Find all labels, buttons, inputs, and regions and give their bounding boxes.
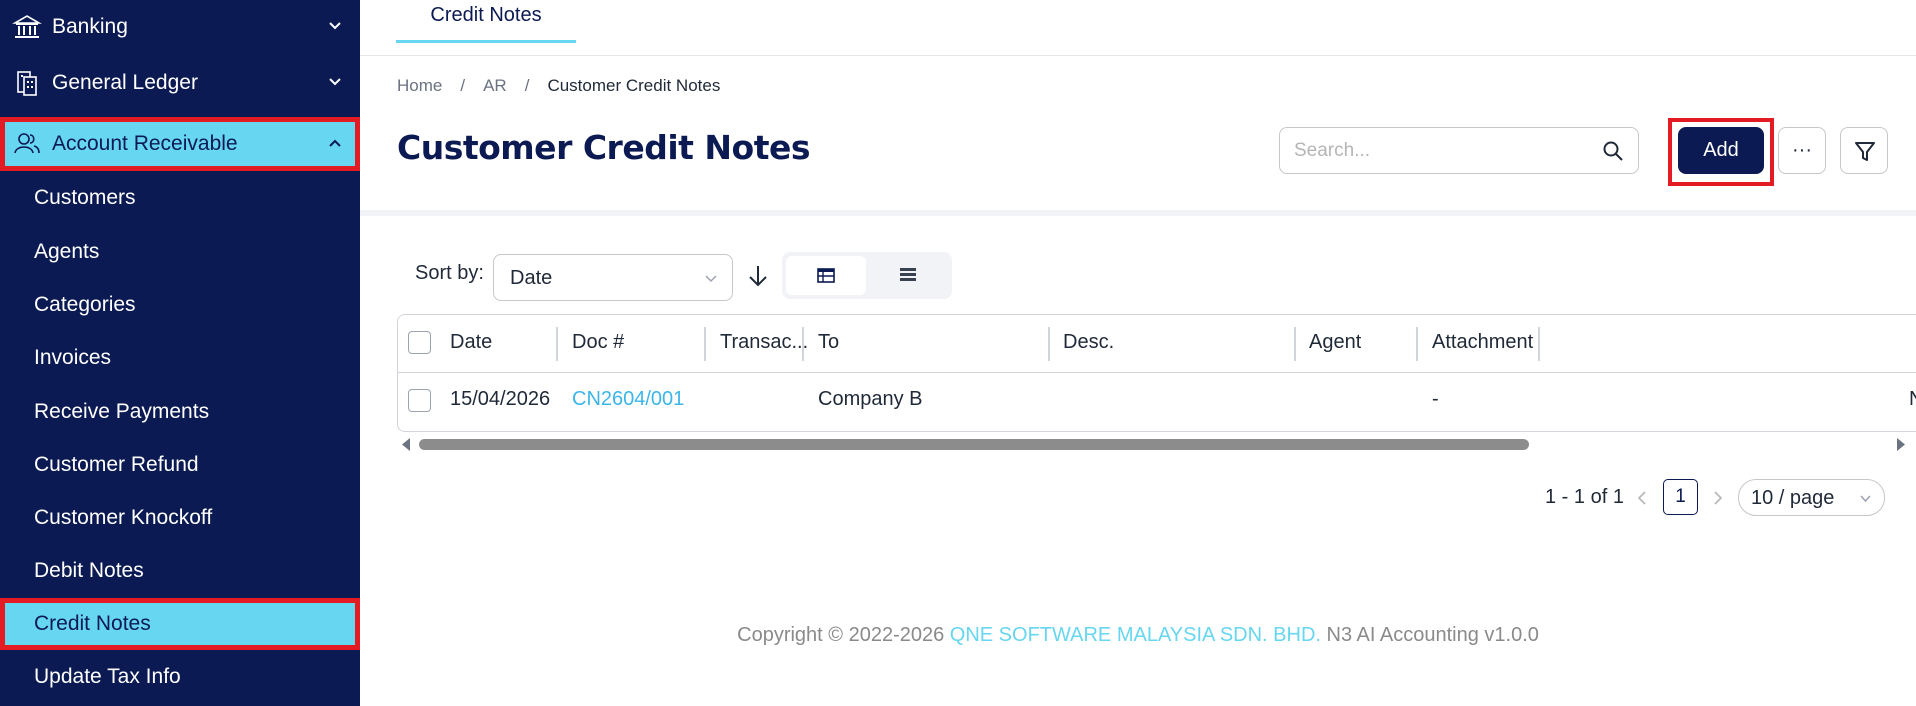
search-icon[interactable] [1602, 140, 1624, 162]
sidebar-item-invoices[interactable]: Invoices [0, 332, 360, 384]
sidebar-item-categories[interactable]: Categories [0, 279, 360, 331]
breadcrumb-ar[interactable]: AR [483, 76, 507, 96]
search-input[interactable] [1294, 138, 1594, 164]
chevron-up-icon [329, 139, 341, 147]
sidebar-item-label: General Ledger [52, 71, 198, 94]
column-header-agent[interactable]: Agent [1309, 331, 1361, 354]
search-box [1279, 127, 1639, 174]
column-resize-handle[interactable] [1416, 327, 1418, 361]
page-size-select[interactable]: 10 / page [1738, 479, 1885, 516]
sidebar-item-label: Banking [52, 15, 128, 38]
horizontal-scrollbar[interactable] [397, 435, 1916, 453]
filter-icon [1855, 142, 1875, 161]
main-content: Credit Notes Home / AR / Customer Credit… [360, 0, 1916, 706]
sidebar-item-banking[interactable]: Banking [0, 0, 360, 54]
column-resize-handle[interactable] [556, 327, 558, 361]
tab-credit-notes[interactable]: Credit Notes [396, 0, 576, 43]
sidebar-item-customer-knockoff[interactable]: Customer Knockoff [0, 492, 360, 544]
view-toggle [782, 252, 952, 299]
sidebar-item-receive-payments[interactable]: Receive Payments [0, 386, 360, 438]
column-resize-handle[interactable] [1294, 327, 1296, 361]
footer-company-link[interactable]: QNE SOFTWARE MALAYSIA SDN. BHD. [950, 624, 1321, 646]
cell-date: 15/04/2026 [450, 388, 551, 410]
credit-notes-table: Date Doc # Transac... To Desc. Agent Att… [397, 314, 1916, 432]
next-page-icon[interactable] [1710, 488, 1726, 508]
footer-version: N3 AI Accounting v1.0.0 [1320, 624, 1539, 646]
sort-descending-icon[interactable] [745, 263, 771, 289]
breadcrumb-separator: / [524, 76, 530, 95]
breadcrumb: Home / AR / Customer Credit Notes [397, 76, 720, 96]
column-resize-handle[interactable] [704, 327, 706, 361]
scroll-left-icon[interactable] [401, 438, 411, 451]
sidebar-item-account-receivable[interactable]: Account Receivable [0, 117, 360, 171]
table-view-button[interactable] [786, 256, 866, 295]
list-view-icon [900, 268, 916, 281]
section-divider [360, 210, 1916, 216]
sort-select[interactable]: Date [493, 254, 733, 301]
sidebar-item-customers[interactable]: Customers [0, 172, 360, 224]
add-button[interactable]: Add [1678, 127, 1764, 174]
sidebar-item-agents[interactable]: Agents [0, 226, 360, 278]
footer-copyright: Copyright © 2022-2026 [737, 624, 950, 646]
column-resize-handle[interactable] [1048, 327, 1050, 361]
column-header-attachment[interactable]: Attachment [1432, 331, 1533, 354]
ledger-icon [17, 71, 37, 96]
list-view-button[interactable] [868, 256, 948, 295]
breadcrumb-current: Customer Credit Notes [547, 76, 721, 95]
column-header-transaction[interactable]: Transac... [720, 331, 812, 354]
previous-page-icon[interactable] [1634, 488, 1650, 508]
page-number-current[interactable]: 1 [1663, 479, 1698, 515]
sidebar-item-debit-notes[interactable]: Debit Notes [0, 545, 360, 597]
table-view-icon [817, 268, 835, 283]
breadcrumb-separator: / [460, 76, 466, 95]
sidebar-item-update-tax-info[interactable]: Update Tax Info [0, 651, 360, 703]
chevron-down-icon [329, 22, 341, 30]
sort-value: Date [510, 267, 553, 289]
table-header: Date Doc # Transac... To Desc. Agent Att… [398, 315, 1916, 373]
column-header-doc[interactable]: Doc # [572, 331, 624, 354]
column-header-desc[interactable]: Desc. [1063, 331, 1114, 354]
page-title: Customer Credit Notes [397, 128, 811, 167]
sidebar: Banking General Ledger Account Receivabl… [0, 0, 360, 706]
sort-label: Sort by: [415, 262, 484, 284]
chevron-down-icon [329, 78, 341, 86]
column-resize-handle[interactable] [802, 327, 804, 361]
pagination-range: 1 - 1 of 1 [1545, 486, 1624, 508]
cell-to: Company B [818, 388, 923, 410]
cell-overflow: N [1909, 388, 1916, 411]
breadcrumb-home[interactable]: Home [397, 76, 442, 96]
select-all-checkbox[interactable] [408, 331, 431, 354]
sidebar-item-customer-refund[interactable]: Customer Refund [0, 439, 360, 491]
users-icon [14, 133, 40, 154]
scrollbar-thumb[interactable] [419, 439, 1529, 450]
column-header-to[interactable]: To [818, 331, 839, 354]
filter-button[interactable] [1840, 127, 1888, 174]
chevron-down-icon [1860, 495, 1871, 503]
row-checkbox[interactable] [408, 389, 431, 412]
scroll-right-icon[interactable] [1896, 438, 1906, 451]
sidebar-item-label: Account Receivable [52, 132, 238, 155]
more-options-button[interactable]: ··· [1778, 127, 1826, 174]
tab-bar: Credit Notes [360, 0, 1916, 56]
sidebar-item-credit-notes[interactable]: Credit Notes [0, 598, 360, 650]
page-size-value: 10 / page [1751, 487, 1835, 509]
footer: Copyright © 2022-2026 QNE SOFTWARE MALAY… [360, 624, 1916, 647]
more-icon: ··· [1792, 139, 1812, 161]
cell-doc-link[interactable]: CN2604/001 [572, 388, 684, 411]
column-resize-handle[interactable] [1538, 327, 1540, 361]
bank-icon [12, 15, 42, 38]
cell-attachment: - [1432, 388, 1439, 410]
chevron-down-icon [705, 275, 717, 283]
column-header-date[interactable]: Date [450, 331, 492, 354]
sidebar-item-general-ledger[interactable]: General Ledger [0, 56, 360, 110]
